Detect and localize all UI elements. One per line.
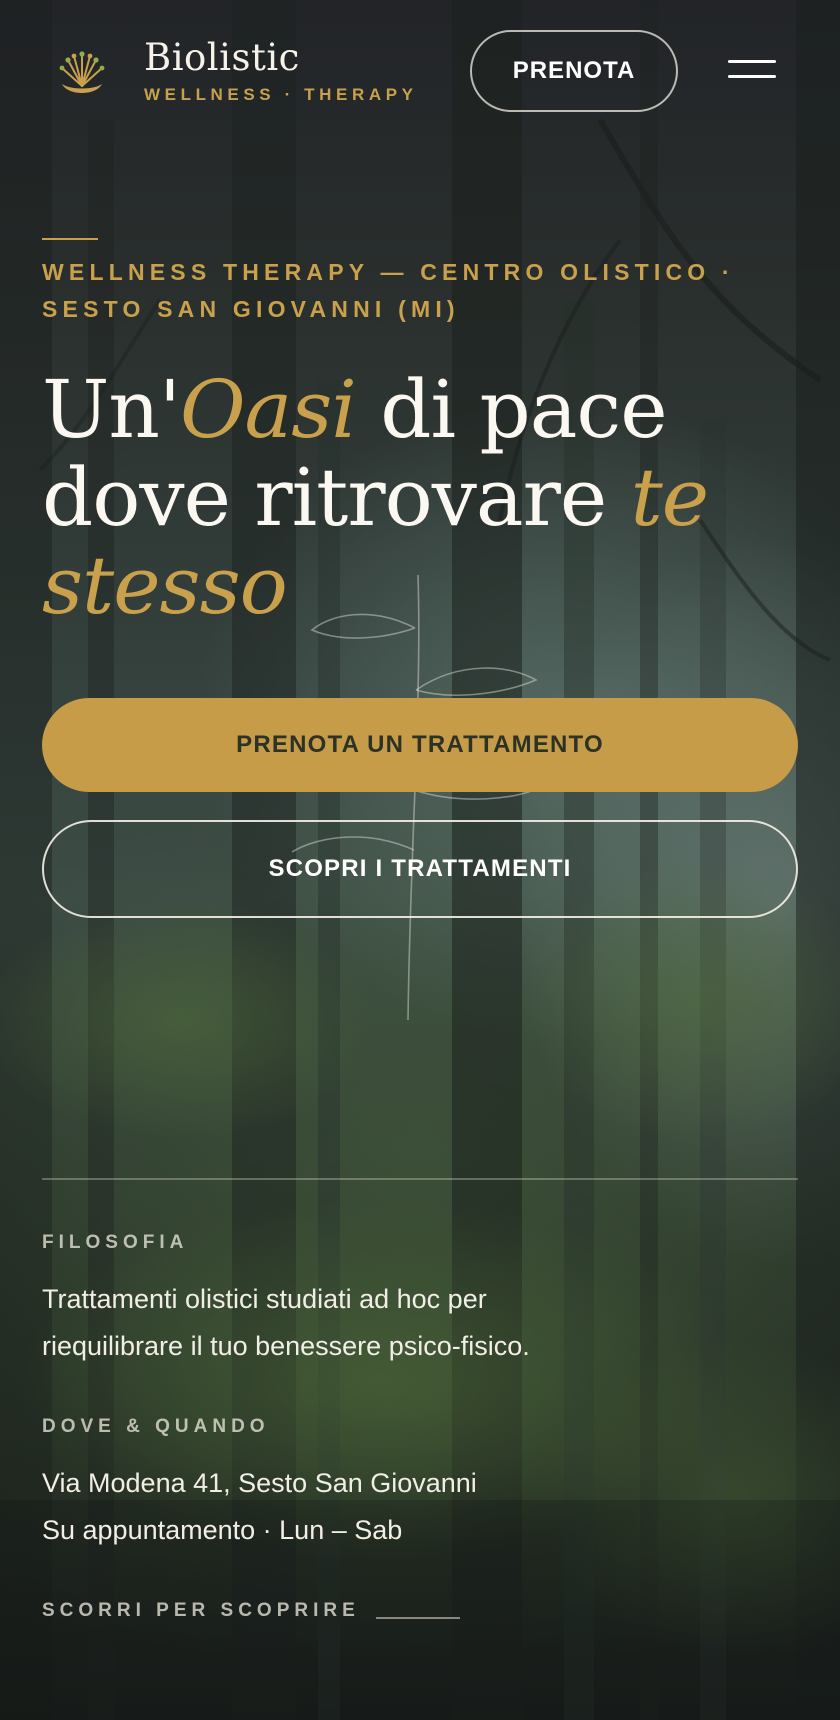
- hours-text: Su appuntamento · Lun – Sab: [42, 1515, 403, 1545]
- eyebrow-line: WELLNESS THERAPY — CENTRO OLISTICO ·: [42, 259, 735, 285]
- eyebrow-line: SESTO SAN GIOVANNI (MI): [42, 296, 460, 322]
- where-when-text: Via Modena 41, Sesto San Giovanni Su app…: [42, 1460, 742, 1554]
- brand-tagline: WELLNESS · THERAPY: [144, 85, 418, 104]
- title-highlight: te: [630, 451, 709, 544]
- title-highlight: stesso: [42, 539, 288, 632]
- philosophy-text: Trattamenti olistici studiati ad hoc per…: [42, 1276, 742, 1370]
- hero-title-line: dove ritrovare te: [42, 454, 802, 542]
- philosophy-label: FILOSOFIA: [42, 1232, 189, 1253]
- book-treatment-button[interactable]: PRENOTA UN TRATTAMENTO: [42, 698, 798, 792]
- site-header: Biolistic WELLNESS · THERAPY PRENOTA: [42, 28, 798, 112]
- where-when-label: DOVE & QUANDO: [42, 1416, 270, 1437]
- hero-title-line: Un'Oasi di pace: [42, 366, 802, 454]
- title-text: di pace: [355, 363, 667, 456]
- address-text: Via Modena 41, Sesto San Giovanni: [42, 1468, 477, 1498]
- scroll-hint-line: [376, 1617, 460, 1619]
- discover-treatments-button[interactable]: SCOPRI I TRATTAMENTI: [42, 820, 798, 918]
- philosophy-line: riequilibrare il tuo benessere psico-fis…: [42, 1331, 530, 1361]
- eyebrow-accent-line: [42, 238, 98, 240]
- hero-title-line: stesso: [42, 542, 802, 630]
- title-highlight: Oasi: [179, 363, 357, 456]
- hero-page: Biolistic WELLNESS · THERAPY PRENOTA WEL…: [0, 0, 840, 1720]
- menu-line: [728, 75, 776, 78]
- hamburger-menu-icon[interactable]: [728, 58, 778, 82]
- hero-title: Un'Oasi di pace dove ritrovare te stesso: [42, 366, 802, 630]
- scroll-hint[interactable]: SCORRI PER SCOPRIRE: [42, 1600, 360, 1622]
- lotus-fan-icon[interactable]: [54, 46, 110, 102]
- title-text: Un': [42, 363, 181, 456]
- book-button[interactable]: PRENOTA: [470, 30, 678, 112]
- title-text: dove ritrovare: [42, 451, 631, 544]
- philosophy-line: Trattamenti olistici studiati ad hoc per: [42, 1284, 487, 1314]
- section-divider: [42, 1178, 798, 1180]
- hero-eyebrow: WELLNESS THERAPY — CENTRO OLISTICO · SES…: [42, 254, 822, 328]
- menu-line: [728, 60, 776, 63]
- brand-name[interactable]: Biolistic: [144, 36, 300, 79]
